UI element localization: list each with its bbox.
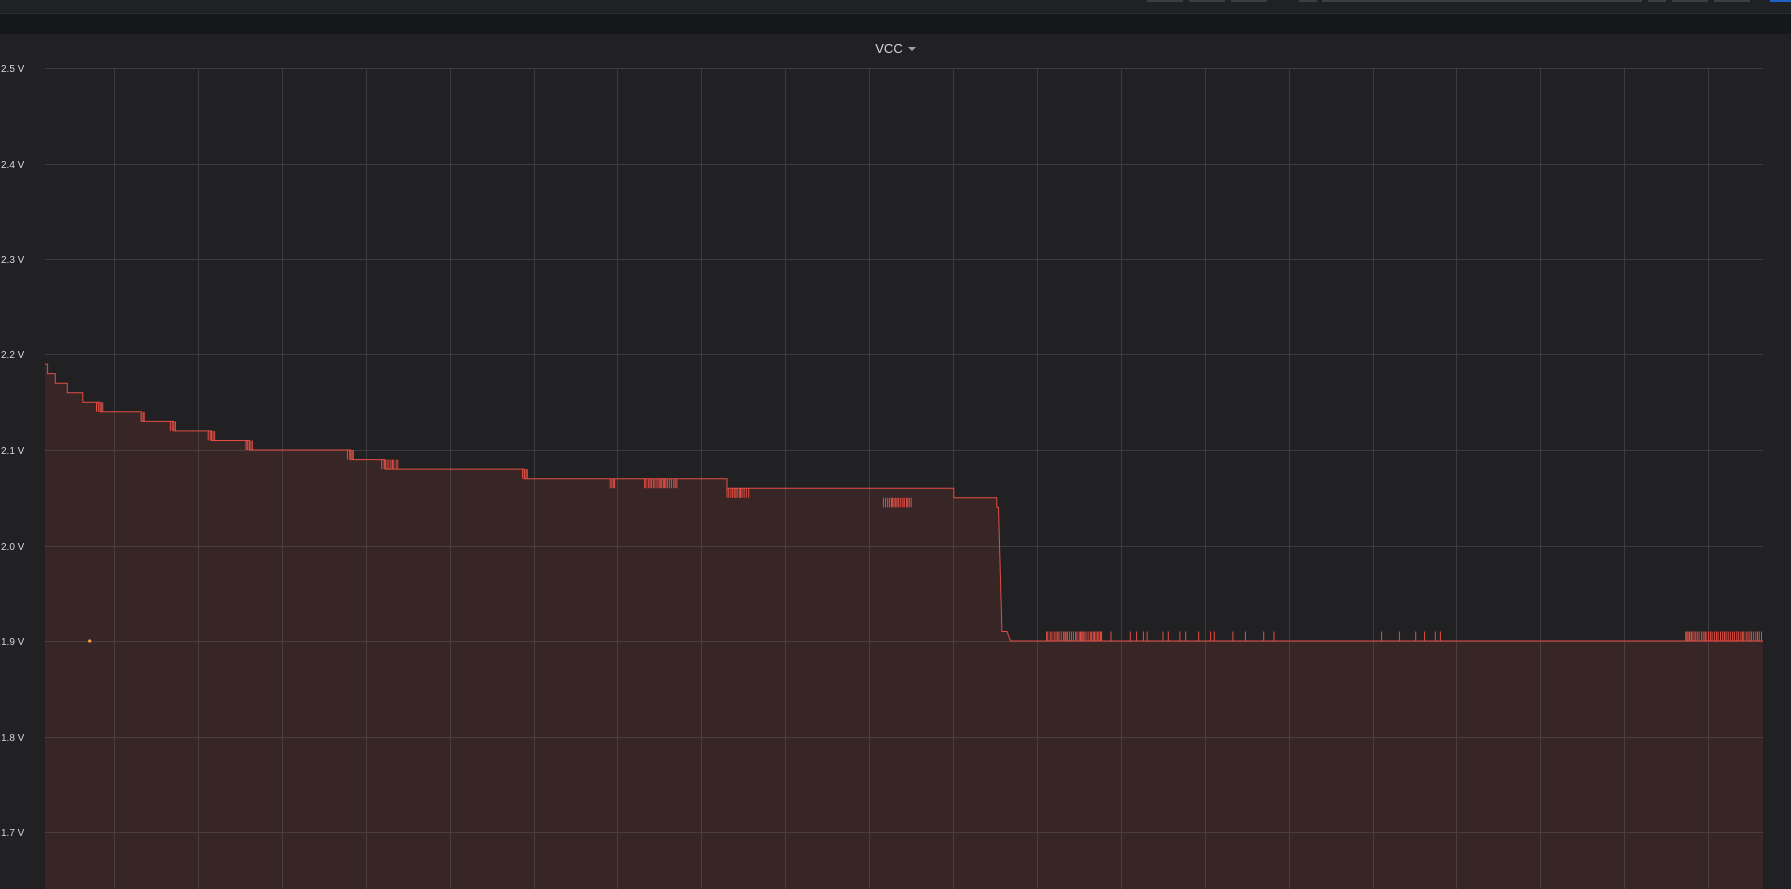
y-tick-label: 1.9 V (1, 637, 25, 648)
series-area-fill (45, 364, 1763, 889)
series-noise-burst (882, 497, 912, 508)
series-vcc (45, 363, 1763, 889)
series-noise-burst (140, 411, 145, 422)
y-axis: 1.7 V 1.8 V 1.9 V 2.0 V 2.1 V 2.2 V 2.3 V 2.4 V… (1, 64, 25, 839)
y-tick-label: 2.1 V (1, 446, 25, 457)
series-noise-burst (245, 440, 253, 450)
y-tick-label: 2.4 V (1, 160, 25, 171)
y-tick-label: 1.7 V (1, 828, 25, 839)
series-noise-burst (1685, 631, 1762, 641)
annotation-point (88, 639, 92, 643)
series-noise-burst (1101, 631, 1275, 641)
y-tick-label: 1.8 V (1, 733, 25, 744)
series-noise-burst (1381, 631, 1441, 641)
y-tick-label: 2.2 V (1, 350, 25, 361)
series-noise-burst (1046, 631, 1101, 641)
series-noise-burst (381, 459, 399, 470)
chart-canvas: 1.7 V 1.8 V 1.9 V 2.0 V 2.1 V 2.2 V 2.3 V 2.4 V… (1, 64, 1763, 889)
y-tick-label: 2.3 V (1, 255, 25, 266)
chart-overlay (88, 639, 92, 643)
y-tick-label: 2.0 V (1, 542, 25, 553)
y-tick-label: 2.5 V (1, 64, 25, 75)
